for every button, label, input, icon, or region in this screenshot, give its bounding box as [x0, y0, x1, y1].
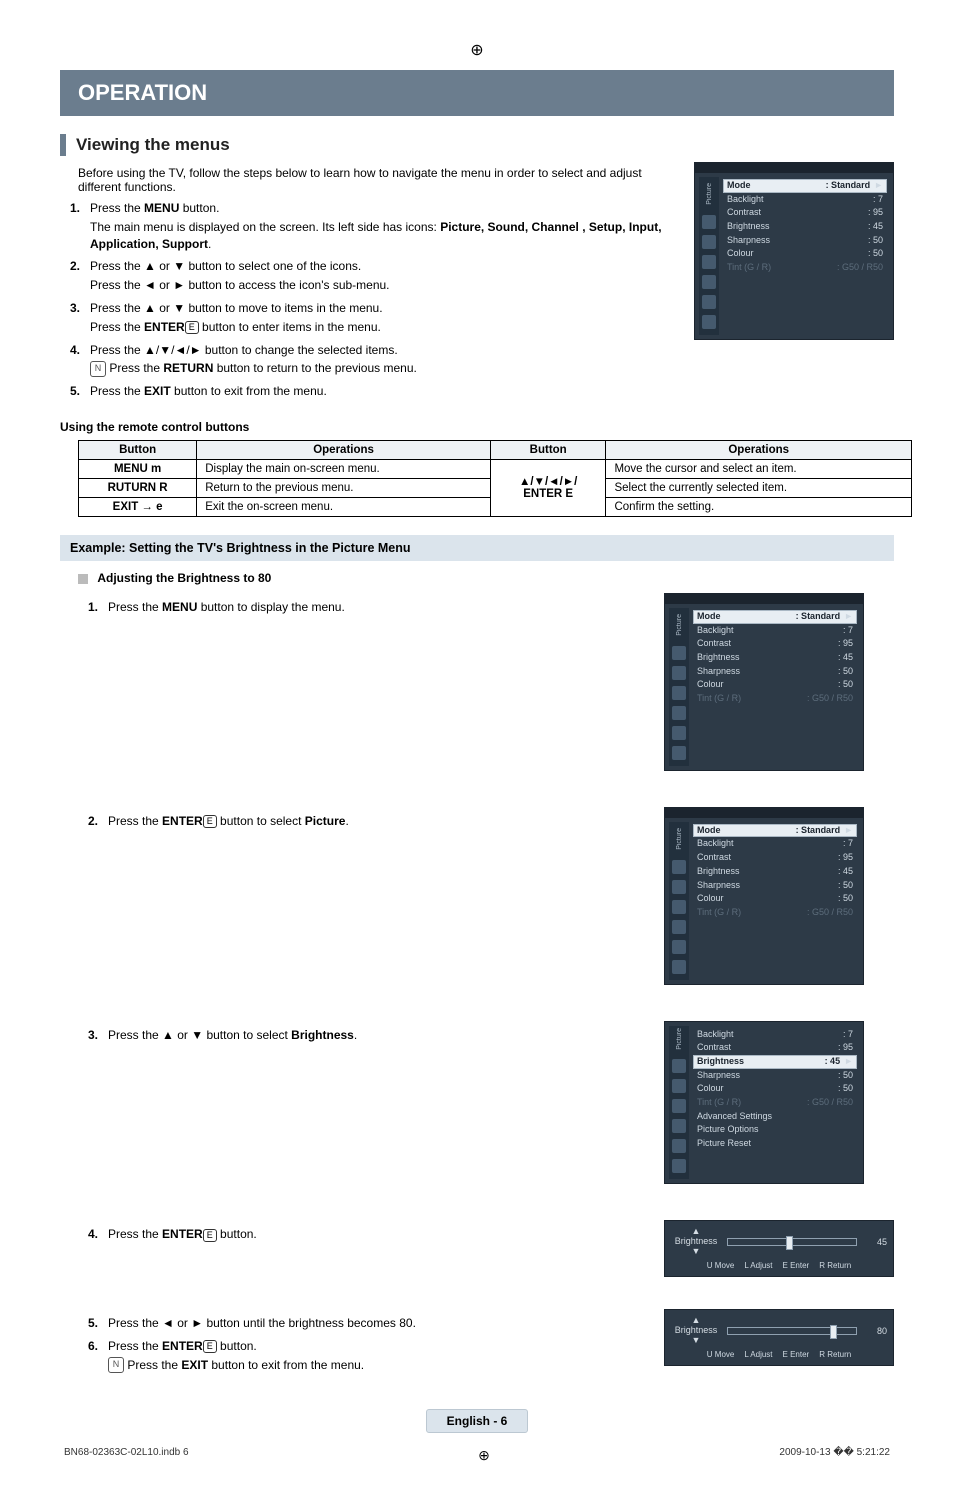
- enter-icon: E: [185, 321, 199, 334]
- example-step-3: 3. Press the ▲ or ▼ button to select Bri…: [78, 1027, 648, 1044]
- sound-icon: [702, 235, 716, 249]
- cell-nav-buttons: ▲/▼/◄/►/ ENTER E: [490, 460, 606, 517]
- cell-menu-button: MENU m: [79, 460, 197, 479]
- registration-mark-bottom: ⊕: [478, 1447, 490, 1464]
- square-bullet-icon: [78, 574, 88, 584]
- remote-subsection-title: Using the remote control buttons: [60, 420, 894, 434]
- section-header: Viewing the menus: [60, 134, 894, 156]
- example-step-6: 6. Press the ENTERE button. N Press the …: [78, 1338, 648, 1374]
- cell-exit-button: EXIT → e: [79, 498, 197, 517]
- step-4: 4. Press the ▲/▼/◄/► button to change th…: [60, 342, 678, 378]
- note-icon: N: [90, 361, 106, 377]
- section-title: Viewing the menus: [76, 135, 230, 155]
- page-title-bar: OPERATION: [60, 70, 894, 116]
- osd-step1: Picture Mode: Standard► Backlight: 7 Con…: [664, 593, 864, 771]
- picture-icon: [702, 215, 716, 229]
- osd-step2: Picture Mode: Standard► Backlight: 7 Con…: [664, 807, 864, 985]
- remote-control-table: Button Operations Button Operations MENU…: [78, 440, 912, 517]
- adjust-subheading: Adjusting the Brightness to 80: [78, 571, 894, 585]
- section-marker-icon: [60, 134, 66, 156]
- channel-icon: [702, 255, 716, 269]
- example-heading: Example: Setting the TV's Brightness in …: [60, 535, 894, 561]
- example-step-5: 5. Press the ◄ or ► button until the bri…: [78, 1315, 648, 1332]
- setup-icon: [702, 275, 716, 289]
- osd-step3: Picture Backlight: 7 Contrast: 95 Bright…: [664, 1021, 864, 1185]
- enter-icon: E: [203, 1229, 217, 1242]
- step-2: 2. Press the ▲ or ▼ button to select one…: [60, 258, 678, 294]
- doc-filename: BN68-02363C-02L10.indb 6: [64, 1447, 189, 1464]
- input-icon: [702, 295, 716, 309]
- page-footer: English - 6: [60, 1409, 894, 1433]
- osd-picture-menu: Picture Mode: Standard►: [694, 162, 894, 340]
- cell-return-button: RUTURN R: [79, 479, 197, 498]
- print-footer: BN68-02363C-02L10.indb 6 ⊕ 2009-10-13 ��…: [60, 1447, 894, 1464]
- instruction-list: 1. Press the MENU button. The main menu …: [60, 200, 678, 400]
- osd-slider-80: ▲ Brightness ▼ 80 U Move L Adjust E Ente…: [664, 1309, 894, 1366]
- note-icon: N: [108, 1357, 124, 1373]
- example-step-2: 2. Press the ENTERE button to select Pic…: [78, 813, 648, 830]
- enter-icon: E: [203, 815, 217, 828]
- registration-mark-top: ⊕: [60, 40, 894, 60]
- enter-icon: E: [203, 1340, 217, 1353]
- example-step-4: 4. Press the ENTERE button.: [78, 1226, 648, 1243]
- osd-slider-45: ▲ Brightness ▼ 45 U Move L Adjust E Ente…: [664, 1220, 894, 1277]
- print-timestamp: 2009-10-13 �� 5:21:22: [779, 1447, 890, 1464]
- example-step-1: 1. Press the MENU button to display the …: [78, 599, 648, 616]
- step-3: 3. Press the ▲ or ▼ button to move to it…: [60, 300, 678, 336]
- intro-paragraph: Before using the TV, follow the steps be…: [78, 166, 678, 194]
- osd-row-mode: Mode: Standard►: [723, 179, 887, 193]
- step-1: 1. Press the MENU button. The main menu …: [60, 200, 678, 252]
- step-5: 5. Press the EXIT button to exit from th…: [60, 383, 678, 400]
- support-icon: [702, 315, 716, 329]
